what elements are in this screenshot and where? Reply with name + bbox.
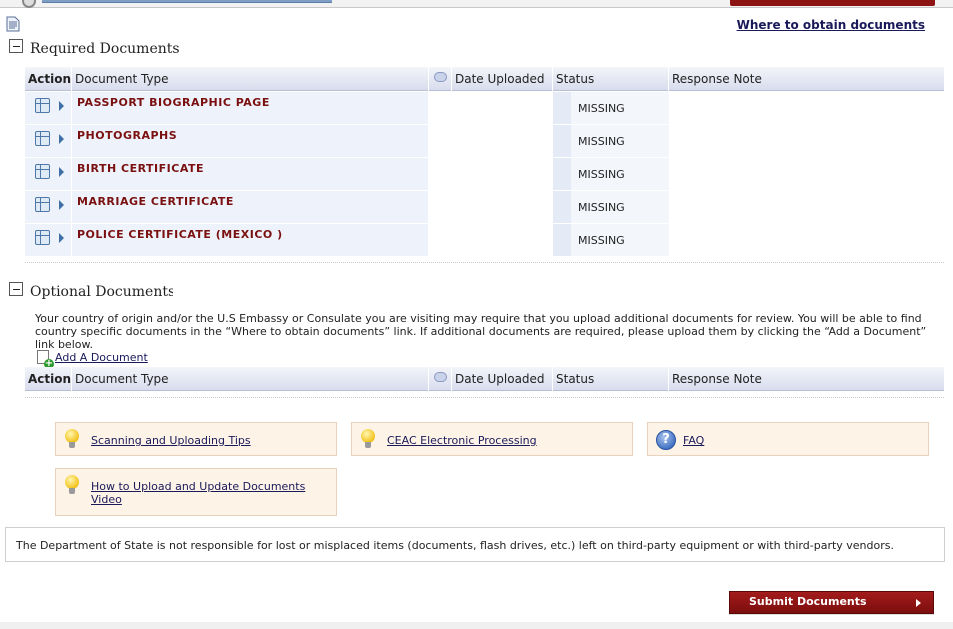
top-strip	[0, 0, 953, 8]
progress-icon	[22, 0, 36, 8]
table-row: PHOTOGRAPHS MISSING	[25, 124, 944, 157]
expand-arrow-icon[interactable]	[59, 167, 64, 177]
required-documents-title: Required Documents Fo	[30, 41, 180, 57]
add-document-row: Add A Document	[37, 350, 148, 369]
view-document-icon[interactable]	[35, 131, 50, 146]
status-label: MISSING	[578, 168, 625, 181]
status-cell-edge	[553, 158, 571, 190]
tip-scanning-uploading[interactable]: Scanning and Uploading Tips	[55, 422, 337, 456]
optional-description: Your country of origin and/or the U.S Em…	[35, 312, 927, 351]
add-document-icon[interactable]	[37, 350, 54, 369]
column-response-note: Response Note	[668, 67, 944, 91]
status-label: MISSING	[578, 102, 625, 115]
tip-ceac-processing[interactable]: CEAC Electronic Processing	[351, 422, 633, 456]
column-document-type: Document Type	[71, 67, 428, 91]
document-type-label: PHOTOGRAPHS	[77, 129, 178, 142]
required-grid-divider	[25, 262, 944, 263]
tip-faq[interactable]: ? FAQ	[647, 422, 929, 456]
column-response-note: Response Note	[668, 367, 944, 391]
comment-bubble-icon	[434, 72, 447, 82]
document-type-label: MARRIAGE CERTIFICATE	[77, 195, 234, 208]
view-document-icon[interactable]	[35, 197, 50, 212]
column-note-icon	[428, 367, 451, 391]
optional-collapse-toggle[interactable]	[9, 282, 23, 296]
top-red-button[interactable]	[730, 0, 935, 6]
column-action: Action	[28, 72, 72, 86]
disclaimer-box: The Department of State is not responsib…	[5, 527, 945, 562]
expand-arrow-icon[interactable]	[59, 101, 64, 111]
status-label: MISSING	[578, 234, 625, 247]
ceac-processing-link[interactable]: CEAC Electronic Processing	[387, 434, 537, 447]
status-cell-edge	[553, 92, 571, 124]
view-document-icon[interactable]	[35, 164, 50, 179]
arrow-right-icon	[916, 599, 921, 607]
optional-grid-header: Action Document Type Date Uploaded Statu…	[25, 367, 944, 391]
optional-documents-title: Optional Documents Fo	[30, 284, 173, 300]
submit-label: Submit Documents	[749, 595, 867, 608]
help-icon: ?	[656, 430, 676, 450]
disclaimer-text: The Department of State is not responsib…	[16, 539, 894, 552]
submit-documents-button[interactable]: Submit Documents	[729, 591, 934, 614]
expand-arrow-icon[interactable]	[59, 134, 64, 144]
table-row: MARRIAGE CERTIFICATE MISSING	[25, 190, 944, 223]
add-document-link[interactable]: Add A Document	[55, 351, 148, 364]
lightbulb-icon	[64, 475, 80, 494]
view-document-icon[interactable]	[35, 98, 50, 113]
table-row: PASSPORT BIOGRAPHIC PAGE MISSING	[25, 91, 944, 124]
tip-upload-video[interactable]: How to Upload and Update Documents Video	[55, 468, 337, 516]
status-cell-edge	[553, 224, 571, 256]
view-document-icon[interactable]	[35, 230, 50, 245]
column-action: Action	[28, 372, 72, 386]
document-type-label: POLICE CERTIFICATE (MEXICO )	[77, 228, 283, 241]
table-row: POLICE CERTIFICATE (MEXICO ) MISSING	[25, 223, 944, 256]
upload-video-line1: How to Upload and Update Documents	[91, 480, 306, 493]
expand-arrow-icon[interactable]	[59, 233, 64, 243]
faq-link[interactable]: FAQ	[683, 434, 704, 447]
required-grid-header: Action Document Type Date Uploaded Statu…	[25, 67, 944, 91]
column-status: Status	[552, 367, 668, 391]
required-collapse-toggle[interactable]	[9, 39, 23, 53]
lightbulb-icon	[360, 429, 376, 448]
table-row: BIRTH CERTIFICATE MISSING	[25, 157, 944, 190]
column-status: Status	[552, 67, 668, 91]
scanning-tips-link[interactable]: Scanning and Uploading Tips	[91, 434, 251, 447]
progress-bar	[42, 0, 332, 3]
column-document-type: Document Type	[71, 367, 428, 391]
status-label: MISSING	[578, 135, 625, 148]
column-note-icon	[428, 67, 451, 91]
required-documents-rows: PASSPORT BIOGRAPHIC PAGE MISSING PHOTOGR…	[25, 91, 944, 256]
expand-arrow-icon[interactable]	[59, 200, 64, 210]
optional-grid-divider	[25, 397, 944, 398]
column-date-uploaded: Date Uploaded	[451, 67, 552, 91]
status-label: MISSING	[578, 201, 625, 214]
lightbulb-icon	[64, 429, 80, 448]
where-to-obtain-documents-link[interactable]: Where to obtain documents	[737, 18, 925, 32]
document-type-label: BIRTH CERTIFICATE	[77, 162, 205, 175]
document-type-label: PASSPORT BIOGRAPHIC PAGE	[77, 96, 270, 109]
upload-video-line2: Video	[91, 493, 122, 506]
upload-video-link[interactable]: How to Upload and Update Documents Video	[91, 480, 305, 506]
comment-bubble-icon	[434, 372, 447, 382]
status-cell-edge	[553, 191, 571, 223]
column-date-uploaded: Date Uploaded	[451, 367, 552, 391]
page-document-icon	[6, 16, 20, 32]
status-cell-edge	[553, 125, 571, 157]
bottom-strip	[0, 622, 953, 629]
